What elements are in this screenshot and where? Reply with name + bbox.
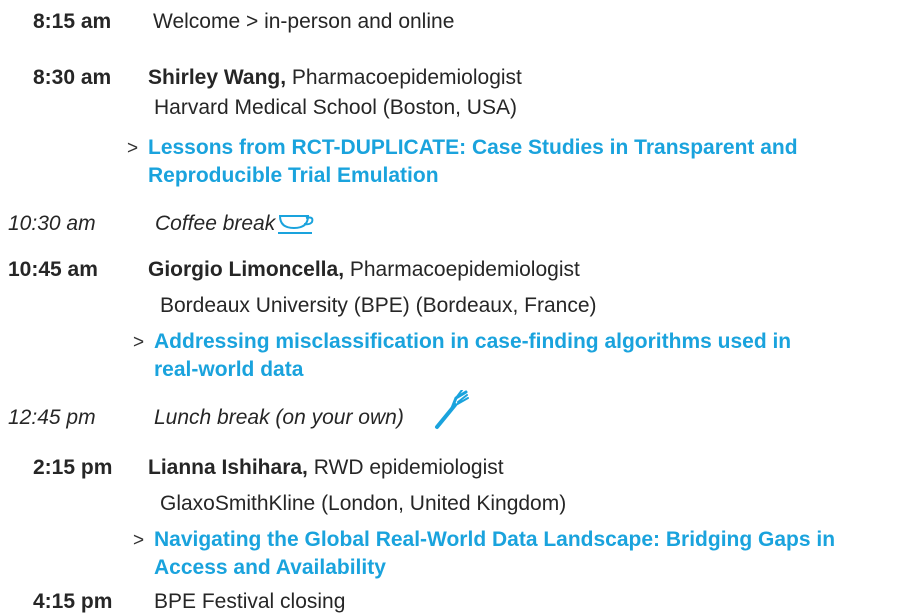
- welcome-text: Welcome > in-person and online: [153, 10, 455, 33]
- talk-title-wang: Lessons from RCT-DUPLICATE: Case Studies…: [148, 134, 888, 190]
- talk-title-line: Addressing misclassification in case-fin…: [154, 330, 792, 353]
- speaker-affiliation: GlaxoSmithKline (London, United Kingdom): [160, 492, 567, 515]
- time-415: 4:15 pm: [33, 590, 113, 613]
- speaker-name: Giorgio Limoncella,: [148, 258, 345, 281]
- speaker-line-ishihara: Lianna Ishihara, RWD epidemiologist: [148, 456, 504, 480]
- talk-title-line: real-world data: [154, 358, 304, 381]
- speaker-role: Pharmacoepidemiologist: [286, 66, 522, 89]
- arrow-marker: >: [133, 530, 145, 551]
- speaker-affiliation: Harvard Medical School (Boston, USA): [154, 96, 517, 119]
- talk-title-limoncella: Addressing misclassification in case-fin…: [154, 328, 894, 384]
- time-215: 2:15 pm: [33, 456, 113, 479]
- closing-text: BPE Festival closing: [154, 590, 346, 613]
- arrow-marker: >: [127, 138, 139, 159]
- time-815: 8:15 am: [33, 10, 112, 33]
- speaker-role: Pharmacoepidemiologist: [344, 258, 580, 281]
- coffee-break-text: Coffee break: [155, 212, 276, 235]
- speaker-affiliation: Bordeaux University (BPE) (Bordeaux, Fra…: [160, 294, 597, 317]
- speaker-line-limoncella: Giorgio Limoncella, Pharmacoepidemiologi…: [148, 258, 580, 282]
- time-1030: 10:30 am: [8, 212, 96, 235]
- speaker-name: Shirley Wang,: [148, 66, 287, 89]
- time-1045: 10:45 am: [8, 258, 98, 281]
- talk-title-line: Reproducible Trial Emulation: [148, 164, 439, 187]
- fork-icon: [435, 390, 469, 429]
- arrow-marker: >: [133, 332, 145, 353]
- time-830: 8:30 am: [33, 66, 112, 89]
- time-1245: 12:45 pm: [8, 406, 96, 429]
- speaker-line-wang: Shirley Wang, Pharmacoepidemiologist: [148, 66, 522, 90]
- talk-title-line: Access and Availability: [154, 556, 386, 579]
- coffee-cup-icon: [278, 215, 314, 234]
- talk-title-ishihara: Navigating the Global Real-World Data La…: [154, 526, 894, 582]
- talk-title-line: Lessons from RCT-DUPLICATE: Case Studies…: [148, 136, 798, 159]
- speaker-name: Lianna Ishihara,: [148, 456, 308, 479]
- speaker-role: RWD epidemiologist: [307, 456, 504, 479]
- talk-title-line: Navigating the Global Real-World Data La…: [154, 528, 836, 551]
- lunch-break-text: Lunch break (on your own): [154, 406, 404, 429]
